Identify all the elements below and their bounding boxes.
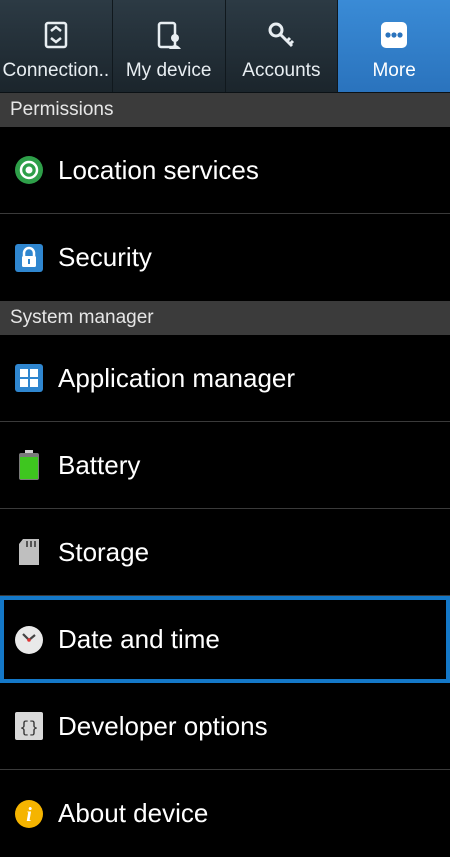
- item-label: About device: [58, 798, 209, 828]
- list-item-date-and-time[interactable]: Date and time: [0, 596, 450, 683]
- accounts-icon: [266, 20, 296, 50]
- svg-text:{}: {}: [19, 719, 38, 737]
- connections-icon: [41, 20, 71, 50]
- top-tab-bar: Connection.. My device Accounts More: [0, 0, 450, 93]
- tab-label: Connection..: [2, 60, 110, 81]
- tab-label: More: [372, 60, 416, 81]
- list-item-storage[interactable]: Storage: [0, 509, 450, 596]
- tab-label: Accounts: [242, 60, 321, 81]
- info-icon: i: [12, 797, 46, 831]
- tab-more[interactable]: More: [338, 0, 450, 92]
- svg-text:i: i: [26, 804, 32, 826]
- item-label: Battery: [58, 449, 141, 480]
- clock-icon: [12, 623, 46, 657]
- list-item-developer-options[interactable]: {} Developer options: [0, 683, 450, 770]
- tab-accounts[interactable]: Accounts: [226, 0, 339, 92]
- item-label: Date and time: [58, 624, 220, 654]
- list-item-security[interactable]: Security: [0, 214, 450, 301]
- app-grid-icon: [12, 361, 46, 395]
- sd-card-icon: [12, 535, 46, 569]
- item-label: Application manager: [58, 362, 296, 393]
- tab-connections[interactable]: Connection..: [0, 0, 113, 92]
- braces-icon: {}: [12, 709, 46, 743]
- tab-label: My device: [125, 60, 212, 81]
- list-item-application-manager[interactable]: Application manager: [0, 335, 450, 422]
- my-device-icon: [154, 20, 184, 50]
- list-item-location-services[interactable]: Location services: [0, 127, 450, 214]
- location-icon: [12, 153, 46, 187]
- section-header-permissions: Permissions: [0, 93, 450, 127]
- item-label: Location services: [58, 154, 259, 185]
- item-label: Storage: [58, 536, 150, 567]
- more-icon: [379, 20, 409, 50]
- lock-icon: [12, 241, 46, 275]
- item-label: Developer options: [58, 710, 268, 741]
- section-header-system-manager: System manager: [0, 301, 450, 335]
- list-item-battery[interactable]: Battery: [0, 422, 450, 509]
- battery-icon: [12, 448, 46, 482]
- tab-my-device[interactable]: My device: [113, 0, 226, 92]
- list-item-about-device[interactable]: i About device: [0, 770, 450, 857]
- item-label: Security: [58, 242, 152, 272]
